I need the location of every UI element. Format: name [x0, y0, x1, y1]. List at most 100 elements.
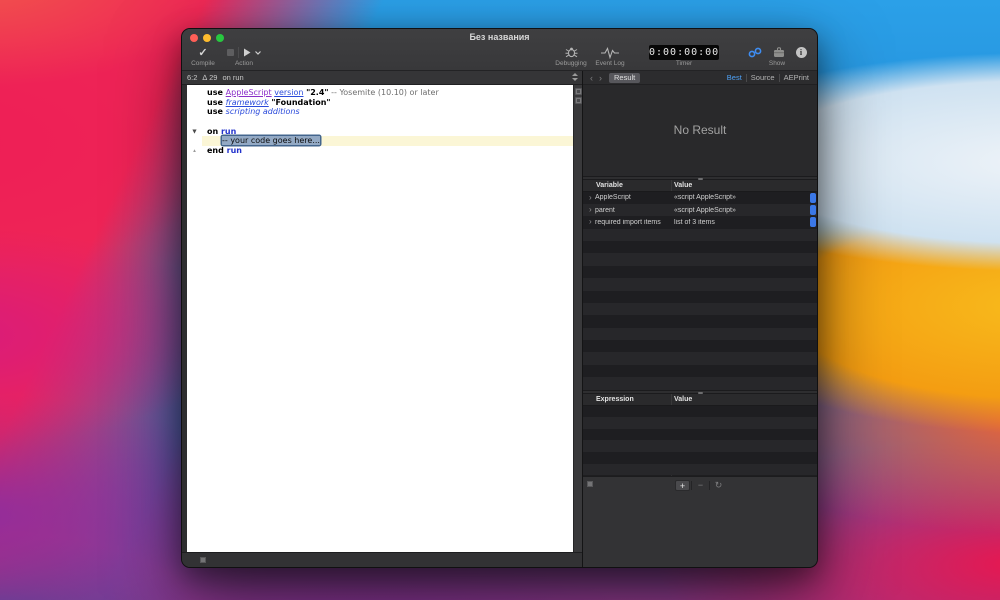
show-group: i Show [738, 45, 816, 71]
table-row[interactable] [583, 464, 817, 476]
disclosure-icon[interactable]: › [583, 194, 595, 202]
editor-status-bar: 6:2∆ 29on run [182, 71, 582, 85]
play-icon[interactable] [243, 48, 251, 57]
mode-source[interactable]: Source [747, 73, 779, 82]
debugging-label: Debugging [550, 60, 592, 68]
row-name: AppleScript [595, 194, 671, 201]
disclosure-icon[interactable]: › [583, 218, 595, 226]
code-line[interactable] [187, 117, 573, 127]
tab-result[interactable]: Result [609, 73, 640, 83]
cursor-position: 6:2 [187, 73, 197, 82]
table-row[interactable] [583, 452, 817, 464]
no-result-text: No Result [674, 123, 727, 137]
variables-col-variable: Variable [583, 182, 671, 189]
table-row[interactable] [583, 278, 817, 290]
marker-button-bottom[interactable] [575, 97, 582, 104]
back-arrow-icon[interactable]: ‹ [587, 72, 596, 84]
expressions-col-expression: Expression [583, 396, 671, 403]
table-row[interactable] [583, 328, 817, 340]
table-row[interactable]: ›required import itemslist of 3 items [583, 216, 817, 228]
checkmark-icon: ✓ [198, 47, 207, 59]
expression-actions: + − ↻ [675, 480, 726, 491]
close-button[interactable] [190, 34, 198, 42]
minimize-button[interactable] [203, 34, 211, 42]
table-row[interactable] [583, 266, 817, 278]
value-inspector-pill[interactable] [810, 193, 816, 203]
briefcase-icon[interactable] [773, 47, 785, 58]
value-inspector-pill[interactable] [810, 205, 816, 215]
table-row[interactable] [583, 340, 817, 352]
code-lines: use AppleScript version "2.4" -- Yosemit… [187, 88, 573, 156]
table-row[interactable] [583, 352, 817, 364]
table-row[interactable] [583, 229, 817, 241]
marker-button-top[interactable] [575, 88, 582, 95]
table-row[interactable] [583, 253, 817, 265]
event-log-button[interactable]: Event Log [590, 45, 630, 71]
remove-expression-button[interactable]: − [693, 480, 708, 491]
table-row[interactable] [583, 303, 817, 315]
mode-best[interactable]: Best [723, 73, 746, 82]
table-row[interactable]: ›AppleScript«script AppleScript» [583, 192, 817, 204]
row-name: required import items [595, 219, 671, 226]
editor-bottom-bar [182, 552, 582, 567]
window-controls [190, 34, 224, 42]
compile-button[interactable]: ✓ Compile [186, 45, 220, 71]
code-line[interactable]: use scripting additions [187, 107, 573, 117]
code-line[interactable]: use AppleScript version "2.4" -- Yosemit… [187, 88, 573, 98]
table-row[interactable] [583, 429, 817, 441]
code-editor[interactable]: use AppleScript version "2.4" -- Yosemit… [187, 85, 573, 552]
gutter-cell [187, 107, 202, 117]
inspector-pane: ‹ › Result BestSourceAEPrint No Result V… [583, 71, 817, 567]
add-expression-button[interactable]: + [675, 480, 690, 491]
fold-triangle-icon[interactable]: ▼ [187, 127, 202, 137]
code-line[interactable]: ▼on run [187, 127, 573, 137]
compile-label: Compile [186, 60, 220, 68]
expressions-col-value: Value [671, 396, 692, 403]
debugging-button[interactable]: Debugging [550, 45, 592, 71]
table-row[interactable] [583, 417, 817, 429]
zoom-button[interactable] [216, 34, 224, 42]
result-area: No Result [583, 85, 817, 176]
editor-scrollbar-track[interactable] [573, 85, 582, 552]
table-row[interactable] [583, 241, 817, 253]
variables-table: ›AppleScript«script AppleScript»›parent«… [583, 192, 817, 390]
table-row[interactable] [583, 377, 817, 389]
disclosure-icon[interactable]: › [583, 206, 595, 214]
waveform-icon [601, 47, 619, 59]
expressions-header: Expression Value [583, 394, 817, 406]
code-line[interactable]: use framework "Foundation" [187, 98, 573, 108]
row-value: «script AppleScript» [671, 207, 817, 214]
info-icon[interactable]: i [796, 47, 807, 58]
fold-triangle-icon[interactable]: ▴ [187, 146, 202, 156]
window-title: Без названия [182, 29, 817, 46]
value-inspector-pill[interactable] [810, 217, 816, 227]
row-name: parent [595, 207, 671, 214]
title-bar[interactable]: Без названия [182, 29, 817, 46]
table-row[interactable] [583, 315, 817, 327]
gutter-cell [187, 88, 202, 98]
variables-header: Variable Value [583, 180, 817, 192]
forward-arrow-icon[interactable]: › [596, 72, 605, 84]
links-icon[interactable] [748, 47, 762, 58]
code-line[interactable]: -- your code goes here... [187, 136, 573, 146]
refresh-icon[interactable]: ↻ [711, 480, 726, 491]
split-editor-button[interactable] [200, 557, 206, 563]
handler-stepper[interactable] [572, 73, 578, 83]
action-group: Action [220, 45, 268, 71]
mode-aeprint[interactable]: AEPrint [780, 73, 813, 82]
stop-icon[interactable] [227, 49, 234, 56]
table-row[interactable] [583, 440, 817, 452]
code-line[interactable]: ▴end run [187, 146, 573, 156]
chevron-down-icon[interactable] [255, 51, 261, 55]
table-row[interactable] [583, 406, 817, 418]
table-row[interactable] [583, 291, 817, 303]
table-row[interactable] [583, 365, 817, 377]
event-log-label: Event Log [590, 60, 630, 68]
char-delta: ∆ 29 [202, 73, 217, 82]
row-value: list of 3 items [671, 219, 817, 226]
result-mode-switch: BestSourceAEPrint [723, 73, 813, 82]
pane-toggle-button[interactable] [587, 481, 593, 487]
timer-label: Timer [647, 60, 721, 68]
gutter-cell [187, 98, 202, 108]
table-row[interactable]: ›parent«script AppleScript» [583, 204, 817, 216]
